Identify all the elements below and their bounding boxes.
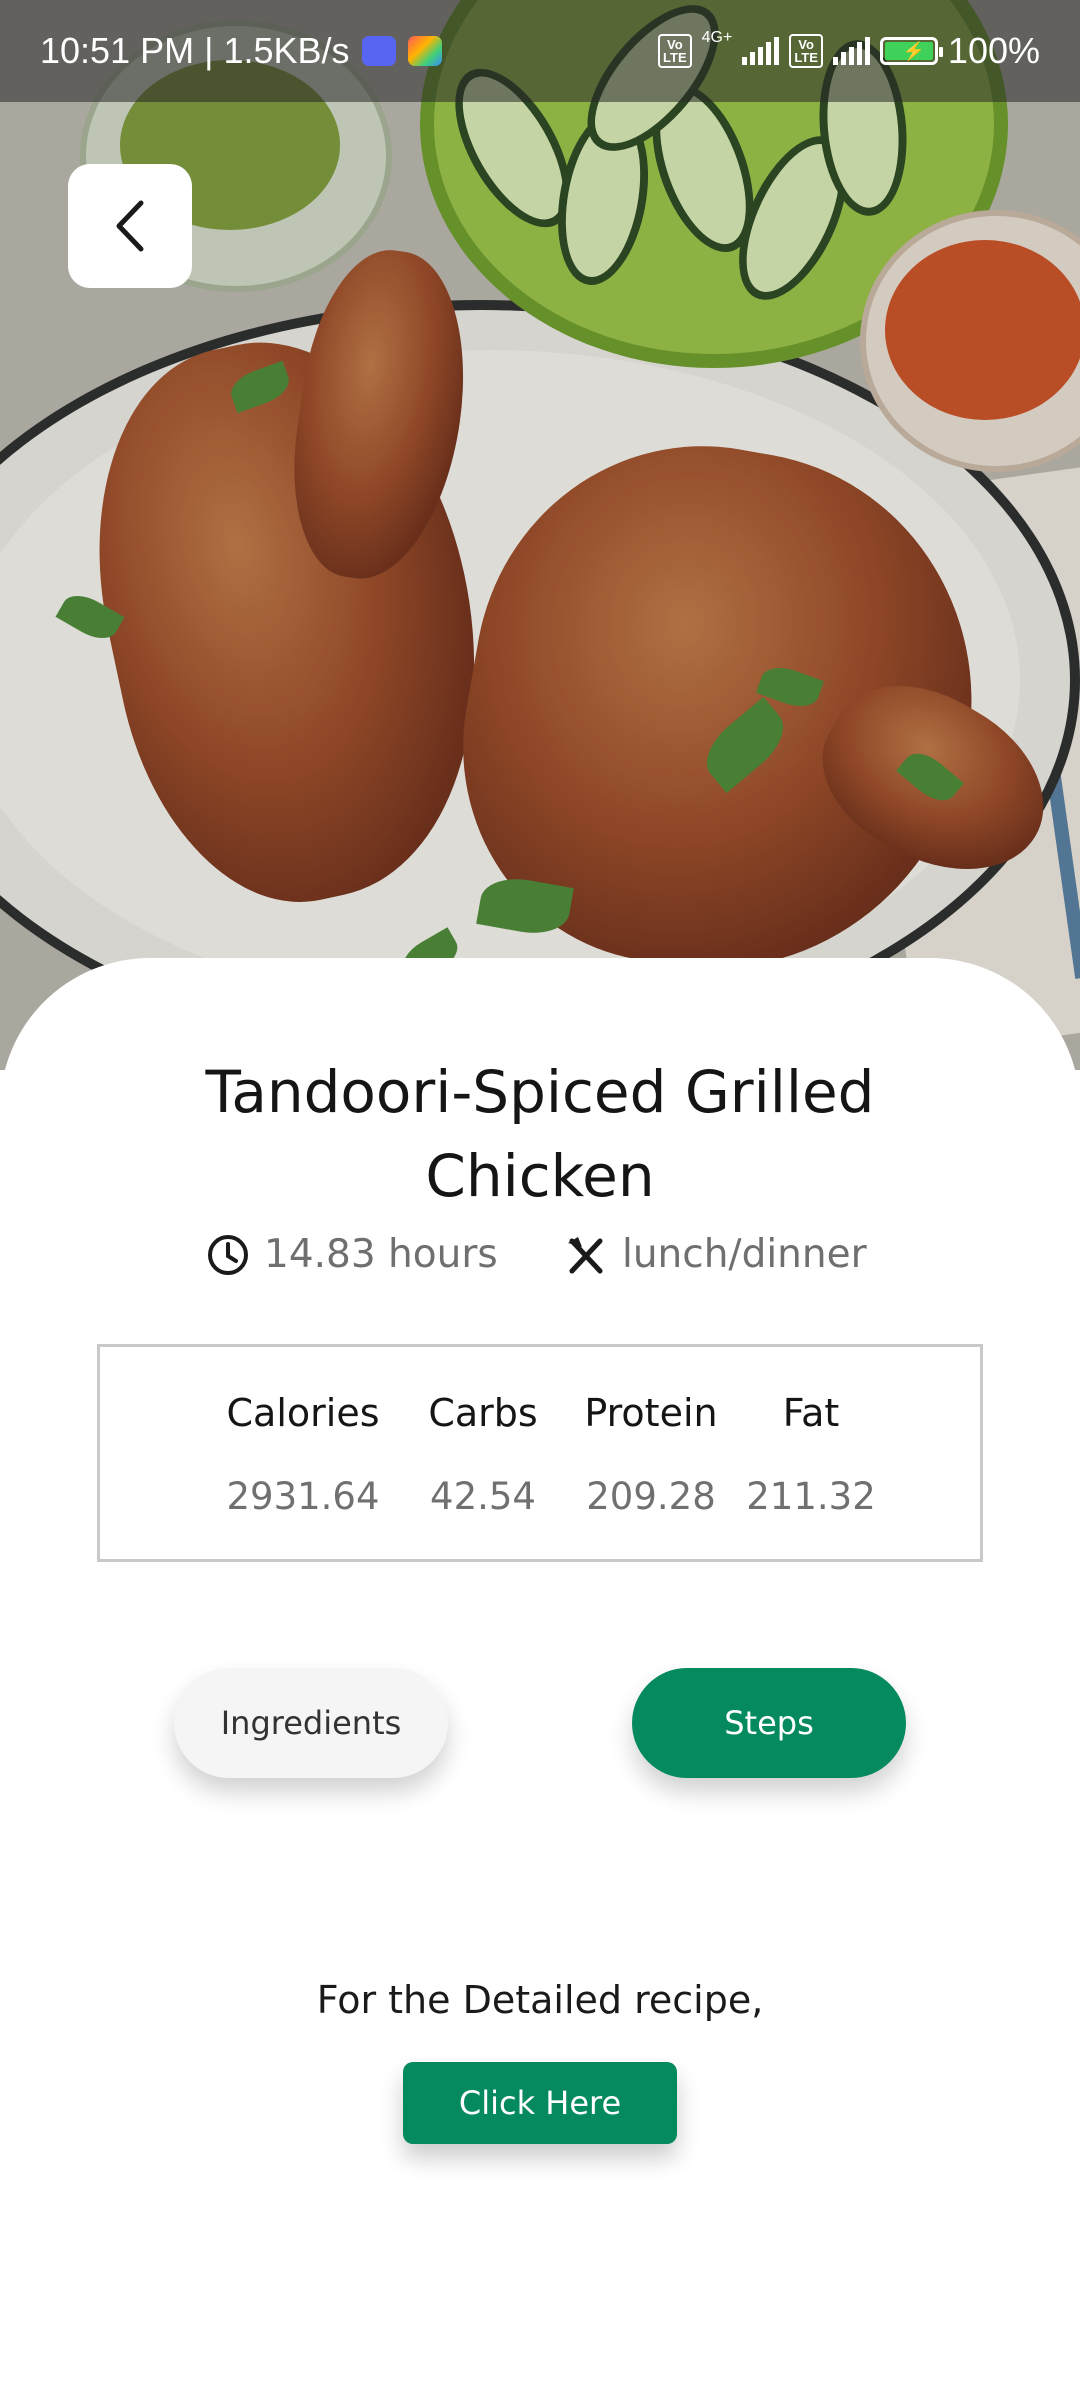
nutrition-table: Calories 2931.64 Carbs 42.54 Protein 209… xyxy=(97,1344,983,1562)
nutrition-label-fat: Fat xyxy=(782,1391,840,1435)
recipe-meal-type-text: lunch/dinner xyxy=(622,1232,867,1277)
network-type-label: 4G+ xyxy=(701,29,733,46)
chevron-left-icon xyxy=(116,200,144,252)
signal-icon-2 xyxy=(832,37,870,65)
volte-icon-2: Vo LTE xyxy=(789,34,823,68)
signal-icon xyxy=(742,37,780,65)
recipe-hero-image xyxy=(0,0,1080,1070)
nutrition-label-carbs: Carbs xyxy=(428,1391,538,1435)
fork-knife-icon xyxy=(568,1236,603,1273)
nutrition-label-protein: Protein xyxy=(584,1391,718,1435)
nutrition-value-calories: 2931.64 xyxy=(226,1475,380,1518)
ingredients-tab-button[interactable]: Ingredients xyxy=(174,1668,448,1778)
battery-percent: 100% xyxy=(947,30,1040,71)
recipe-detail-screen: 10:51 PM | 1.5KB/s Vo LTE 4G+ Vo LTE ⚡ 100… xyxy=(0,0,1080,2400)
click-here-button[interactable]: Click Here xyxy=(403,2062,677,2144)
app-notification-icon xyxy=(407,36,442,66)
status-bar: 10:51 PM | 1.5KB/s Vo LTE 4G+ Vo LTE ⚡ 100… xyxy=(0,0,1080,102)
nutrition-value-fat: 211.32 xyxy=(746,1475,876,1518)
recipe-time: 14.83 hours xyxy=(206,1232,498,1277)
status-time-speed: 10:51 PM | 1.5KB/s xyxy=(40,30,350,71)
recipe-time-text: 14.83 hours xyxy=(264,1232,498,1277)
battery-icon: ⚡ xyxy=(879,37,943,65)
detailed-recipe-prompt: For the Detailed recipe, xyxy=(316,1978,764,2022)
nutrition-label-calories: Calories xyxy=(226,1391,380,1435)
steps-tab-button[interactable]: Steps xyxy=(632,1668,906,1778)
discord-icon xyxy=(361,36,396,66)
nutrition-value-protein: 209.28 xyxy=(586,1475,716,1518)
recipe-meal-type: lunch/dinner xyxy=(564,1232,867,1277)
back-button[interactable] xyxy=(68,164,192,288)
volte-icon: Vo LTE xyxy=(658,34,692,68)
recipe-title: Tandoori-Spiced Grilled Chicken xyxy=(205,1058,875,1210)
clock-icon xyxy=(208,1234,248,1275)
nutrition-value-carbs: 42.54 xyxy=(430,1475,536,1518)
